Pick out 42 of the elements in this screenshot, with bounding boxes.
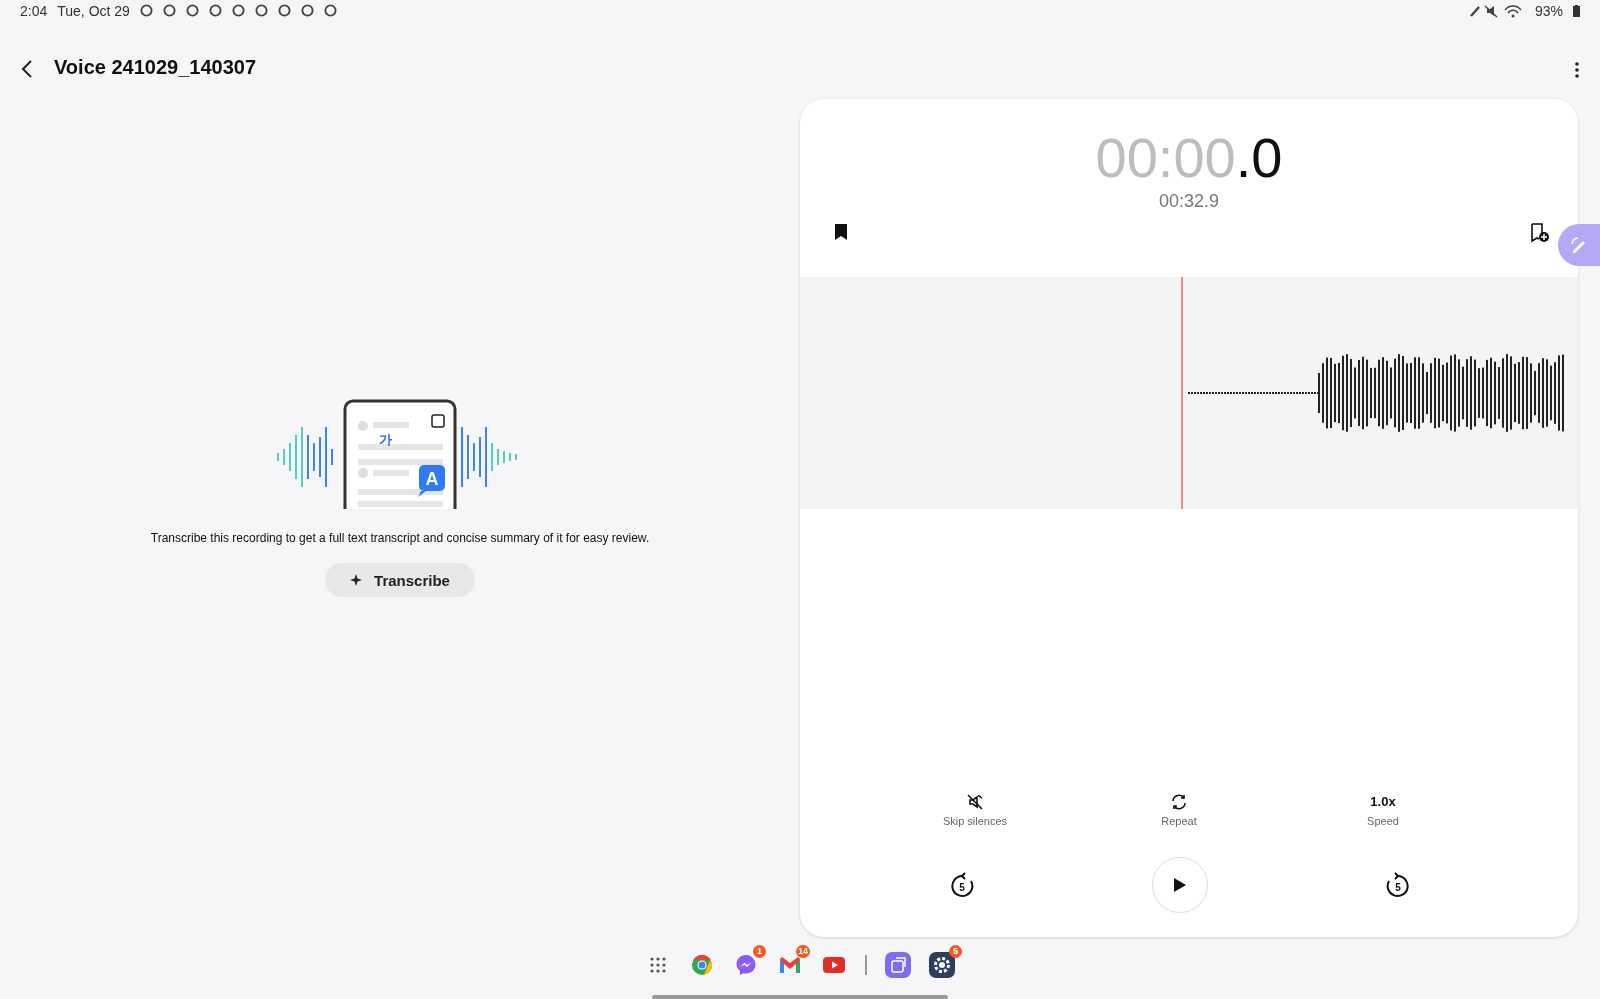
status-time: 2:04	[20, 2, 48, 19]
settings-icon[interactable]	[929, 952, 955, 979]
notification-icon	[323, 4, 337, 18]
more-options-button[interactable]	[1574, 61, 1580, 80]
battery-percentage: 93%	[1534, 2, 1563, 19]
notification-icon	[208, 4, 222, 18]
notification-icon	[185, 4, 199, 18]
repeat-icon	[1170, 793, 1188, 812]
elapsed-time: 00:00.0	[1095, 127, 1283, 190]
notification-badge: 14	[796, 945, 810, 959]
add-bookmark-button[interactable]	[1530, 223, 1550, 244]
notification-icon	[231, 4, 245, 18]
play-icon	[1173, 877, 1187, 894]
speed-button[interactable]: 1.0x Speed	[1338, 793, 1428, 848]
notification-icon	[139, 4, 153, 18]
notification-icon	[254, 4, 268, 18]
app-grid-icon[interactable]	[649, 956, 667, 975]
battery-icon	[1573, 4, 1580, 17]
connectivity-icons	[1468, 3, 1525, 18]
transcribe-description: Transcribe this recording to get a full text transcript and concise summary of it for easy review.	[150, 531, 650, 546]
forward-5-seconds-button[interactable]: 5	[1386, 872, 1410, 899]
transcript-illustration: 가 A	[275, 399, 525, 510]
total-duration: 00:32.9	[1158, 191, 1220, 213]
repeat-button[interactable]: Repeat	[1134, 793, 1224, 848]
rewind-5-seconds-button[interactable]: 5	[950, 872, 974, 899]
notification-badge: 1	[753, 945, 766, 959]
browser-icon[interactable]	[691, 954, 713, 977]
transcribe-button[interactable]: Transcribe	[325, 563, 475, 598]
bookmark-button[interactable]	[834, 223, 848, 242]
notification-badge: 5	[949, 945, 962, 959]
notification-icon	[300, 4, 314, 18]
skip-silences-button[interactable]: Skip silences	[930, 793, 1020, 848]
video-play-icon[interactable]	[823, 957, 845, 974]
chat-bubble-icon[interactable]	[735, 954, 757, 977]
notification-icon	[162, 4, 176, 18]
waveform[interactable]	[800, 277, 1578, 510]
notification-icon	[277, 4, 291, 18]
muted-speaker-icon	[966, 793, 984, 812]
mail-icon[interactable]	[779, 956, 801, 975]
recording-title: Voice 241029_140307	[54, 56, 257, 80]
status-date: Tue, Oct 29	[57, 2, 130, 19]
translate-app-icon[interactable]	[885, 952, 911, 979]
